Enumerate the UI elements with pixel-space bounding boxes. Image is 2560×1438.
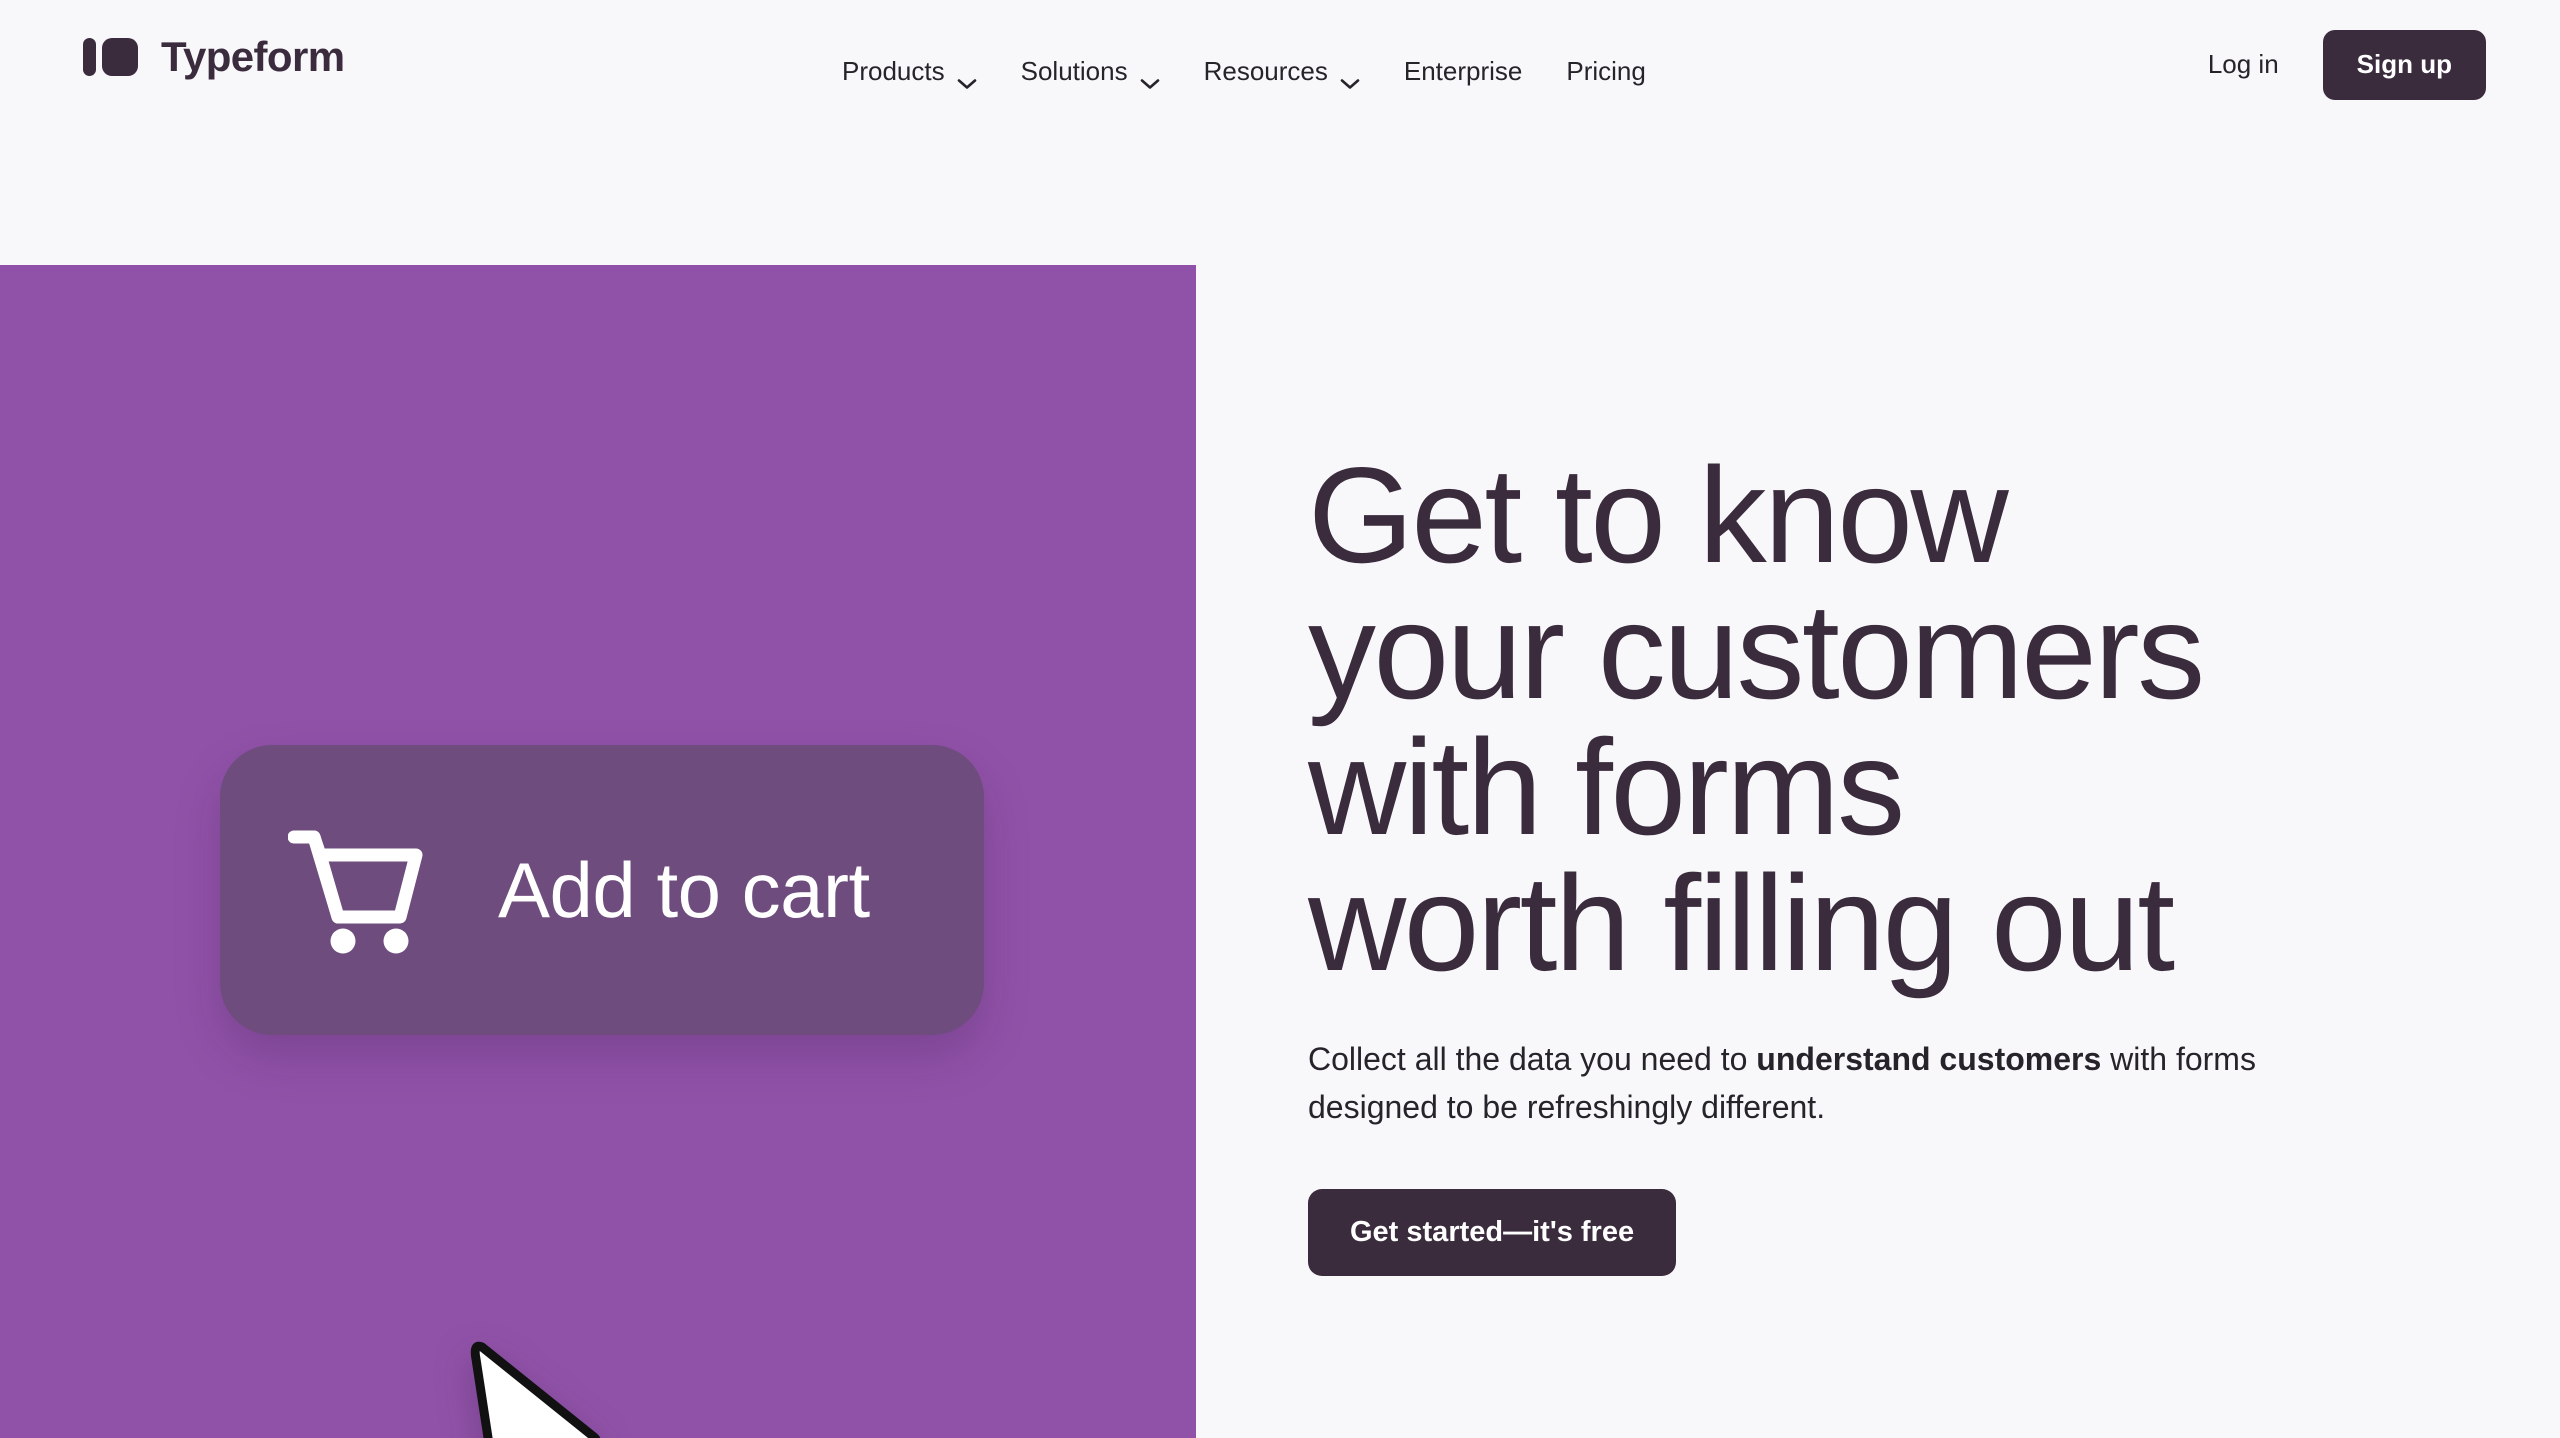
nav-item-label: Solutions: [1020, 56, 1128, 86]
nav-item-pricing[interactable]: Pricing: [1544, 48, 1667, 95]
shopping-cart-icon: [287, 825, 436, 955]
page-title-line: Get to know: [1308, 439, 2009, 591]
header-inner: Typeform Products Solutions Resources En…: [0, 0, 2560, 144]
hero-subtitle-prefix: Collect all the data you need to: [1308, 1041, 1757, 1077]
signup-button[interactable]: Sign up: [2322, 30, 2486, 100]
chevron-down-icon: [957, 66, 977, 89]
mouse-pointer-cursor-icon: [468, 1333, 604, 1438]
typeform-logo-icon: [83, 37, 145, 77]
nav-item-label: Enterprise: [1403, 56, 1523, 86]
add-to-cart-label: Add to cart: [498, 846, 870, 934]
hero-visual-panel: Add to cart: [0, 265, 1196, 1438]
hero-subtitle: Collect all the data you need to underst…: [1308, 1035, 2358, 1131]
nav-item-solutions[interactable]: Solutions: [999, 48, 1182, 95]
get-started-button[interactable]: Get started—it's free: [1308, 1189, 1677, 1277]
site-header: Typeform Products Solutions Resources En…: [0, 0, 2560, 265]
add-to-cart-illustration-button[interactable]: Add to cart: [220, 745, 984, 1035]
header-actions: Log in Sign up: [2196, 30, 2486, 100]
nav-item-enterprise[interactable]: Enterprise: [1382, 48, 1545, 95]
login-link[interactable]: Log in: [2196, 39, 2291, 90]
nav-item-label: Pricing: [1566, 56, 1646, 86]
nav-item-resources[interactable]: Resources: [1182, 48, 1382, 95]
chevron-down-icon: [1140, 66, 1160, 89]
hero-subtitle-emphasis: understand customers: [1756, 1041, 2102, 1077]
page-title: Get to know your customers with forms wo…: [1308, 447, 2408, 991]
hero-section: Add to cart Get to know your customers w…: [0, 265, 2560, 1438]
brand-logo-link[interactable]: Typeform: [83, 33, 345, 80]
page-title-line: your customers: [1308, 575, 2205, 727]
nav-item-label: Resources: [1203, 56, 1328, 86]
nav-item-products[interactable]: Products: [820, 48, 999, 95]
chevron-down-icon: [1340, 66, 1360, 89]
hero-copy-column: Get to know your customers with forms wo…: [1308, 265, 2408, 1438]
brand-name: Typeform: [161, 33, 345, 80]
primary-navigation: Products Solutions Resources Enterprise …: [820, 48, 1668, 95]
page-title-line: with forms: [1308, 711, 1905, 863]
nav-item-label: Products: [842, 56, 945, 86]
page-title-line: worth filling out: [1308, 847, 2175, 999]
